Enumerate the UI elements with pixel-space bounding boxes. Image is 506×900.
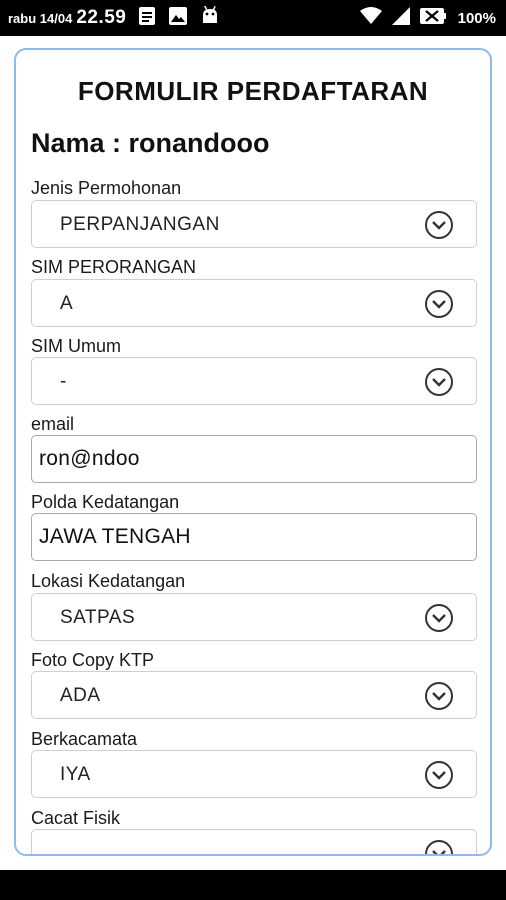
chevron-down-icon (425, 368, 453, 396)
navigation-bar (0, 870, 506, 900)
status-time: 22.59 (76, 7, 127, 28)
android-icon (200, 5, 220, 31)
registration-form-card: FORMULIR PERDAFTARAN Nama : ronandooo Je… (14, 48, 492, 856)
polda-kedatangan-field[interactable]: JAWA TENGAH (31, 513, 477, 561)
chevron-down-icon (425, 761, 453, 789)
chevron-down-icon (425, 604, 453, 632)
chevron-down-icon (425, 840, 453, 854)
label-cacat-fisik: Cacat Fisik (31, 808, 121, 828)
select-foto-copy-ktp[interactable]: ADA (31, 671, 477, 719)
chevron-down-icon (425, 682, 453, 710)
chevron-down-icon (425, 211, 453, 239)
label-polda-kedatangan: Polda Kedatangan (31, 492, 180, 512)
label-sim-perorangan: SIM PERORANGAN (31, 257, 197, 277)
status-bar: rabu 14/04 22.59 100% (0, 0, 506, 36)
signal-icon (391, 6, 410, 30)
chevron-down-icon (425, 290, 453, 318)
form-title: FORMULIR PERDAFTARAN (77, 76, 429, 106)
label-lokasi-kedatangan: Lokasi Kedatangan (31, 571, 186, 591)
battery-icon (419, 7, 446, 29)
email-value: ron@ndoo (39, 447, 140, 470)
select-value: SATPAS (60, 607, 136, 628)
email-field[interactable]: ron@ndoo (31, 435, 477, 483)
select-berkacamata[interactable]: IYA (31, 750, 477, 798)
image-icon (168, 6, 188, 31)
polda-value: JAWA TENGAH (39, 525, 191, 548)
select-value: - (60, 371, 67, 392)
label-foto-copy-ktp: Foto Copy KTP (31, 650, 155, 670)
status-left: rabu 14/04 22.59 (8, 0, 232, 36)
label-jenis-permohonan: Jenis Permohonan (31, 178, 182, 198)
select-value: PERPANJANGAN (60, 214, 220, 235)
select-value: A (60, 293, 74, 314)
wifi-icon (359, 6, 382, 30)
select-jenis-permohonan[interactable]: PERPANJANGAN (31, 200, 477, 248)
applicant-name: Nama : ronandooo (31, 128, 270, 158)
status-right: 100% (359, 0, 496, 36)
select-sim-perorangan[interactable]: A (31, 279, 477, 327)
label-email: email (31, 414, 75, 434)
select-lokasi-kedatangan[interactable]: SATPAS (31, 593, 477, 641)
select-value: ADA (60, 685, 101, 706)
status-date: rabu 14/04 (8, 10, 73, 26)
select-sim-umum[interactable]: - (31, 357, 477, 405)
label-berkacamata: Berkacamata (31, 729, 138, 749)
battery-percentage: 100% (457, 9, 496, 27)
select-cacat-fisik[interactable] (31, 829, 477, 854)
label-sim-umum: SIM Umum (31, 336, 121, 356)
select-value: IYA (60, 764, 91, 785)
notes-icon (138, 6, 156, 31)
